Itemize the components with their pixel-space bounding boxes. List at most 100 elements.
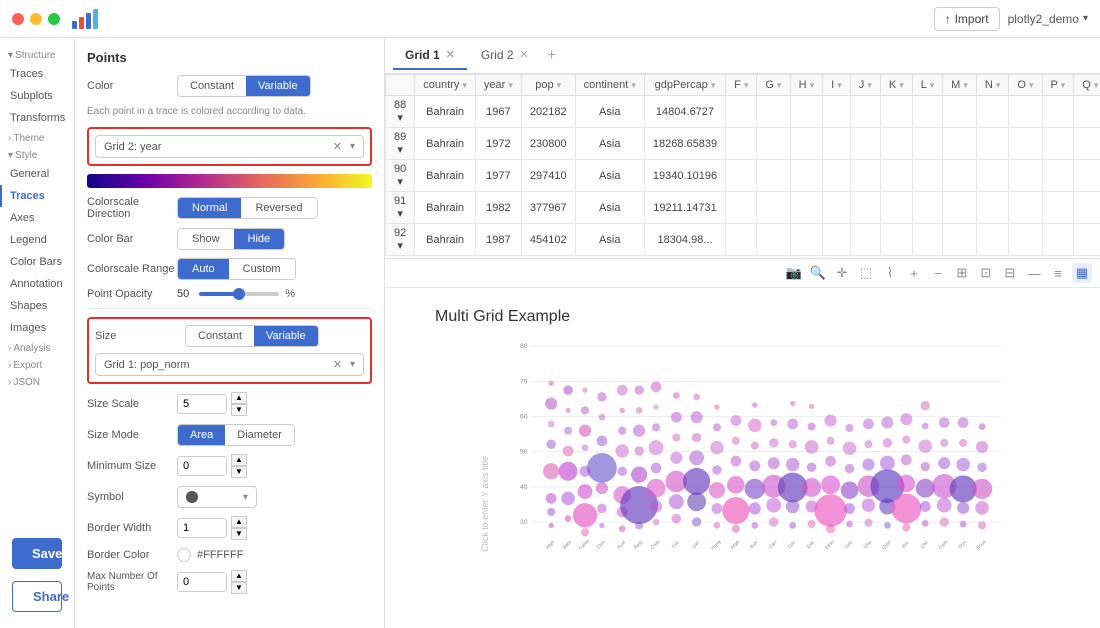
diameter-btn[interactable]: Diameter: [225, 425, 294, 445]
hide-btn[interactable]: Hide: [234, 229, 285, 249]
sidebar-item-images[interactable]: Images: [0, 317, 74, 339]
close-traffic-light[interactable]: [12, 13, 24, 25]
col-header-o[interactable]: O ▾: [1009, 75, 1042, 96]
zoom-icon[interactable]: 🔍: [808, 263, 828, 283]
zoom-out-icon[interactable]: −: [928, 263, 948, 283]
min-size-down[interactable]: ▼: [231, 466, 247, 478]
spike-lines-icon[interactable]: ⊟: [1000, 263, 1020, 283]
sidebar-item-traces[interactable]: Traces: [0, 63, 74, 85]
sidebar-item-transforms[interactable]: Transforms: [0, 107, 74, 129]
max-number-input[interactable]: [177, 572, 227, 592]
col-header-num: [386, 75, 415, 96]
minimize-traffic-light[interactable]: [30, 13, 42, 25]
chart-area: Multi Grid Example Click to enter Y axis…: [385, 288, 1100, 628]
style-group[interactable]: ▾ Style: [0, 146, 74, 163]
normal-btn[interactable]: Normal: [178, 198, 241, 218]
sidebar-item-traces-style[interactable]: Traces: [0, 185, 74, 207]
lasso-icon[interactable]: ⌇: [880, 263, 900, 283]
cell-j: [850, 160, 880, 192]
save-button[interactable]: Save: [12, 538, 62, 569]
reversed-btn[interactable]: Reversed: [241, 198, 316, 218]
sidebar-item-shapes[interactable]: Shapes: [0, 295, 74, 317]
max-number-up[interactable]: ▲: [231, 570, 247, 582]
sidebar-item-colorbars[interactable]: Color Bars: [0, 251, 74, 273]
col-header-i[interactable]: I ▾: [823, 75, 851, 96]
col-header-continent[interactable]: continent ▾: [575, 75, 644, 96]
color-dropdown[interactable]: Grid 2: year ✕ ▾: [95, 135, 364, 158]
toggle-spike-icon[interactable]: ▦: [1072, 263, 1092, 283]
symbol-dropdown[interactable]: ▾: [177, 486, 257, 508]
col-header-l[interactable]: L ▾: [912, 75, 942, 96]
select-box-icon[interactable]: ⬚: [856, 263, 876, 283]
max-number-down[interactable]: ▼: [231, 582, 247, 594]
grid-tab-1[interactable]: Grid 1 ✕: [393, 42, 467, 70]
col-header-q[interactable]: Q ▾: [1074, 75, 1100, 96]
svg-text:70: 70: [520, 378, 528, 385]
size-scale-input[interactable]: [177, 394, 227, 414]
json-group[interactable]: › JSON: [0, 373, 74, 390]
hover-compare-icon[interactable]: ≡: [1048, 263, 1068, 283]
col-header-pop[interactable]: pop ▾: [521, 75, 575, 96]
size-scale-up[interactable]: ▲: [231, 392, 247, 404]
col-header-j[interactable]: J ▾: [850, 75, 880, 96]
cell-g: [757, 96, 790, 128]
zoom-in-icon[interactable]: +: [904, 263, 924, 283]
grid-tab-2-close[interactable]: ✕: [520, 48, 529, 61]
cell-year: 1977: [475, 160, 521, 192]
sidebar-item-annotation[interactable]: Annotation: [0, 273, 74, 295]
share-button[interactable]: Share: [12, 581, 62, 612]
camera-icon[interactable]: 📷: [784, 263, 804, 283]
col-header-g[interactable]: G ▾: [757, 75, 790, 96]
size-scale-down[interactable]: ▼: [231, 404, 247, 416]
area-btn[interactable]: Area: [178, 425, 225, 445]
custom-btn[interactable]: Custom: [229, 259, 295, 279]
hover-closest-icon[interactable]: —: [1024, 263, 1044, 283]
border-width-up[interactable]: ▲: [231, 516, 247, 528]
logo-bar-4: [93, 9, 98, 29]
size-dropdown-clear[interactable]: ✕: [333, 358, 342, 371]
min-size-input-row: ▲ ▼: [177, 454, 247, 478]
col-header-h[interactable]: H ▾: [790, 75, 823, 96]
tab-add-button[interactable]: +: [543, 47, 560, 65]
sidebar-item-general[interactable]: General: [0, 163, 74, 185]
reset-axes-icon[interactable]: ⊡: [976, 263, 996, 283]
grid-tab-1-close[interactable]: ✕: [446, 48, 455, 61]
theme-group[interactable]: › Theme: [0, 129, 74, 146]
size-dropdown[interactable]: Grid 1: pop_norm ✕ ▾: [95, 353, 364, 376]
border-width-down[interactable]: ▼: [231, 528, 247, 540]
show-btn[interactable]: Show: [178, 229, 234, 249]
opacity-slider[interactable]: [199, 292, 279, 296]
border-color-swatch[interactable]: [177, 548, 191, 562]
color-variable-btn[interactable]: Variable: [246, 76, 310, 96]
auto-btn[interactable]: Auto: [178, 259, 229, 279]
import-button[interactable]: ↑ Import: [934, 7, 1000, 31]
sidebar-item-subplots[interactable]: Subplots: [0, 85, 74, 107]
analysis-group[interactable]: › Analysis: [0, 339, 74, 356]
col-header-n[interactable]: N ▾: [976, 75, 1009, 96]
pan-icon[interactable]: ✛: [832, 263, 852, 283]
grid-tab-2[interactable]: Grid 2 ✕: [469, 42, 541, 70]
sidebar-item-legend[interactable]: Legend: [0, 229, 74, 251]
autoscale-icon[interactable]: ⊞: [952, 263, 972, 283]
col-header-gdp[interactable]: gdpPercap ▾: [644, 75, 725, 96]
color-dropdown-clear[interactable]: ✕: [333, 140, 342, 153]
col-header-m[interactable]: M ▾: [943, 75, 977, 96]
size-variable-btn[interactable]: Variable: [254, 326, 318, 346]
col-header-country[interactable]: country ▾: [415, 75, 476, 96]
min-size-input[interactable]: [177, 456, 227, 476]
border-width-input[interactable]: [177, 518, 227, 538]
cell-g: [757, 192, 790, 224]
col-header-f[interactable]: F ▾: [726, 75, 757, 96]
sidebar-item-axes[interactable]: Axes: [0, 207, 74, 229]
size-constant-btn[interactable]: Constant: [186, 326, 254, 346]
grid-tab-2-label: Grid 2: [481, 48, 514, 62]
min-size-up[interactable]: ▲: [231, 454, 247, 466]
col-header-k[interactable]: K ▾: [880, 75, 912, 96]
color-constant-btn[interactable]: Constant: [178, 76, 246, 96]
export-group[interactable]: › Export: [0, 356, 74, 373]
col-header-p[interactable]: P ▾: [1042, 75, 1074, 96]
maximize-traffic-light[interactable]: [48, 13, 60, 25]
cell-m: [943, 192, 977, 224]
col-header-year[interactable]: year ▾: [475, 75, 521, 96]
structure-group[interactable]: ▾ Structure: [0, 46, 74, 63]
